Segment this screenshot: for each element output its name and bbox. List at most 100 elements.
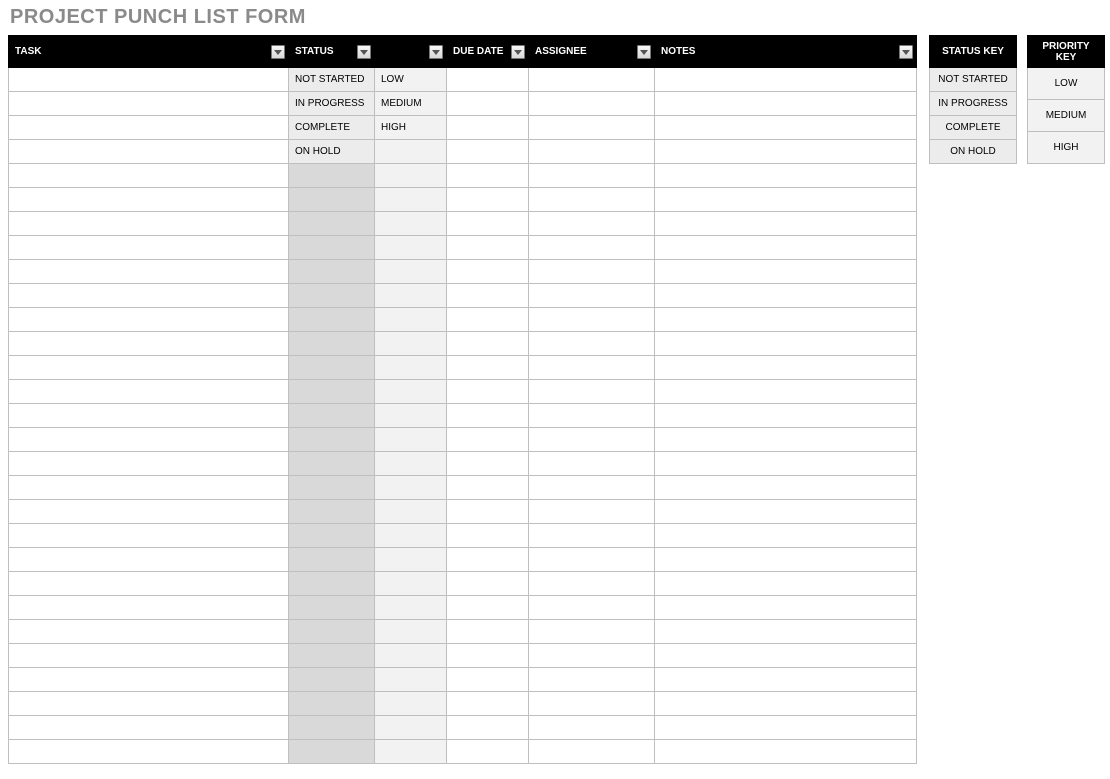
cell-notes[interactable] <box>655 668 917 692</box>
cell-due[interactable] <box>447 92 529 116</box>
cell-priority[interactable] <box>375 620 447 644</box>
cell-assignee[interactable] <box>529 188 655 212</box>
cell-due[interactable] <box>447 68 529 92</box>
cell-priority[interactable] <box>375 236 447 260</box>
cell-task[interactable] <box>9 404 289 428</box>
cell-task[interactable] <box>9 428 289 452</box>
cell-due[interactable] <box>447 116 529 140</box>
cell-priority[interactable] <box>375 404 447 428</box>
cell-due[interactable] <box>447 524 529 548</box>
cell-assignee[interactable] <box>529 596 655 620</box>
cell-priority[interactable] <box>375 524 447 548</box>
cell-task[interactable] <box>9 92 289 116</box>
cell-due[interactable] <box>447 356 529 380</box>
cell-priority[interactable] <box>375 284 447 308</box>
cell-priority[interactable] <box>375 572 447 596</box>
cell-notes[interactable] <box>655 692 917 716</box>
cell-assignee[interactable] <box>529 308 655 332</box>
cell-due[interactable] <box>447 572 529 596</box>
cell-status[interactable] <box>289 452 375 476</box>
col-header-due[interactable]: DUE DATE <box>447 36 529 68</box>
cell-task[interactable] <box>9 668 289 692</box>
cell-notes[interactable] <box>655 380 917 404</box>
cell-notes[interactable] <box>655 596 917 620</box>
cell-notes[interactable] <box>655 428 917 452</box>
cell-status[interactable] <box>289 332 375 356</box>
cell-assignee[interactable] <box>529 236 655 260</box>
cell-status[interactable] <box>289 188 375 212</box>
cell-notes[interactable] <box>655 548 917 572</box>
cell-due[interactable] <box>447 716 529 740</box>
cell-task[interactable] <box>9 596 289 620</box>
cell-priority[interactable] <box>375 452 447 476</box>
cell-status[interactable]: ON HOLD <box>289 140 375 164</box>
cell-notes[interactable] <box>655 236 917 260</box>
cell-assignee[interactable] <box>529 572 655 596</box>
cell-status[interactable] <box>289 572 375 596</box>
cell-due[interactable] <box>447 548 529 572</box>
filter-icon[interactable] <box>511 45 525 59</box>
cell-due[interactable] <box>447 260 529 284</box>
cell-priority[interactable] <box>375 500 447 524</box>
cell-status[interactable] <box>289 284 375 308</box>
cell-assignee[interactable] <box>529 452 655 476</box>
cell-assignee[interactable] <box>529 116 655 140</box>
cell-due[interactable] <box>447 188 529 212</box>
cell-status[interactable] <box>289 260 375 284</box>
cell-assignee[interactable] <box>529 524 655 548</box>
cell-notes[interactable] <box>655 500 917 524</box>
cell-priority[interactable]: LOW <box>375 68 447 92</box>
cell-notes[interactable] <box>655 308 917 332</box>
cell-task[interactable] <box>9 716 289 740</box>
cell-due[interactable] <box>447 452 529 476</box>
cell-status[interactable] <box>289 356 375 380</box>
cell-assignee[interactable] <box>529 332 655 356</box>
cell-status[interactable] <box>289 380 375 404</box>
cell-due[interactable] <box>447 308 529 332</box>
cell-assignee[interactable] <box>529 164 655 188</box>
cell-status[interactable] <box>289 212 375 236</box>
cell-task[interactable] <box>9 188 289 212</box>
cell-task[interactable] <box>9 164 289 188</box>
cell-assignee[interactable] <box>529 428 655 452</box>
cell-assignee[interactable] <box>529 620 655 644</box>
cell-priority[interactable] <box>375 356 447 380</box>
cell-status[interactable] <box>289 236 375 260</box>
cell-task[interactable] <box>9 452 289 476</box>
cell-assignee[interactable] <box>529 284 655 308</box>
cell-assignee[interactable] <box>529 548 655 572</box>
cell-notes[interactable] <box>655 332 917 356</box>
cell-notes[interactable] <box>655 452 917 476</box>
cell-status[interactable] <box>289 500 375 524</box>
cell-assignee[interactable] <box>529 692 655 716</box>
cell-due[interactable] <box>447 620 529 644</box>
cell-status[interactable]: NOT STARTED <box>289 68 375 92</box>
cell-status[interactable] <box>289 164 375 188</box>
cell-task[interactable] <box>9 212 289 236</box>
cell-due[interactable] <box>447 596 529 620</box>
cell-notes[interactable] <box>655 92 917 116</box>
cell-status[interactable]: IN PROGRESS <box>289 92 375 116</box>
cell-due[interactable] <box>447 668 529 692</box>
cell-task[interactable] <box>9 140 289 164</box>
cell-status[interactable]: COMPLETE <box>289 116 375 140</box>
cell-due[interactable] <box>447 692 529 716</box>
cell-task[interactable] <box>9 740 289 764</box>
cell-priority[interactable] <box>375 476 447 500</box>
cell-priority[interactable]: HIGH <box>375 116 447 140</box>
cell-notes[interactable] <box>655 140 917 164</box>
cell-task[interactable] <box>9 260 289 284</box>
cell-priority[interactable] <box>375 692 447 716</box>
cell-status[interactable] <box>289 308 375 332</box>
cell-assignee[interactable] <box>529 68 655 92</box>
cell-priority[interactable] <box>375 140 447 164</box>
cell-priority[interactable] <box>375 428 447 452</box>
cell-priority[interactable] <box>375 740 447 764</box>
cell-task[interactable] <box>9 692 289 716</box>
cell-task[interactable] <box>9 476 289 500</box>
cell-status[interactable] <box>289 524 375 548</box>
cell-priority[interactable] <box>375 380 447 404</box>
cell-due[interactable] <box>447 380 529 404</box>
cell-due[interactable] <box>447 140 529 164</box>
cell-due[interactable] <box>447 500 529 524</box>
